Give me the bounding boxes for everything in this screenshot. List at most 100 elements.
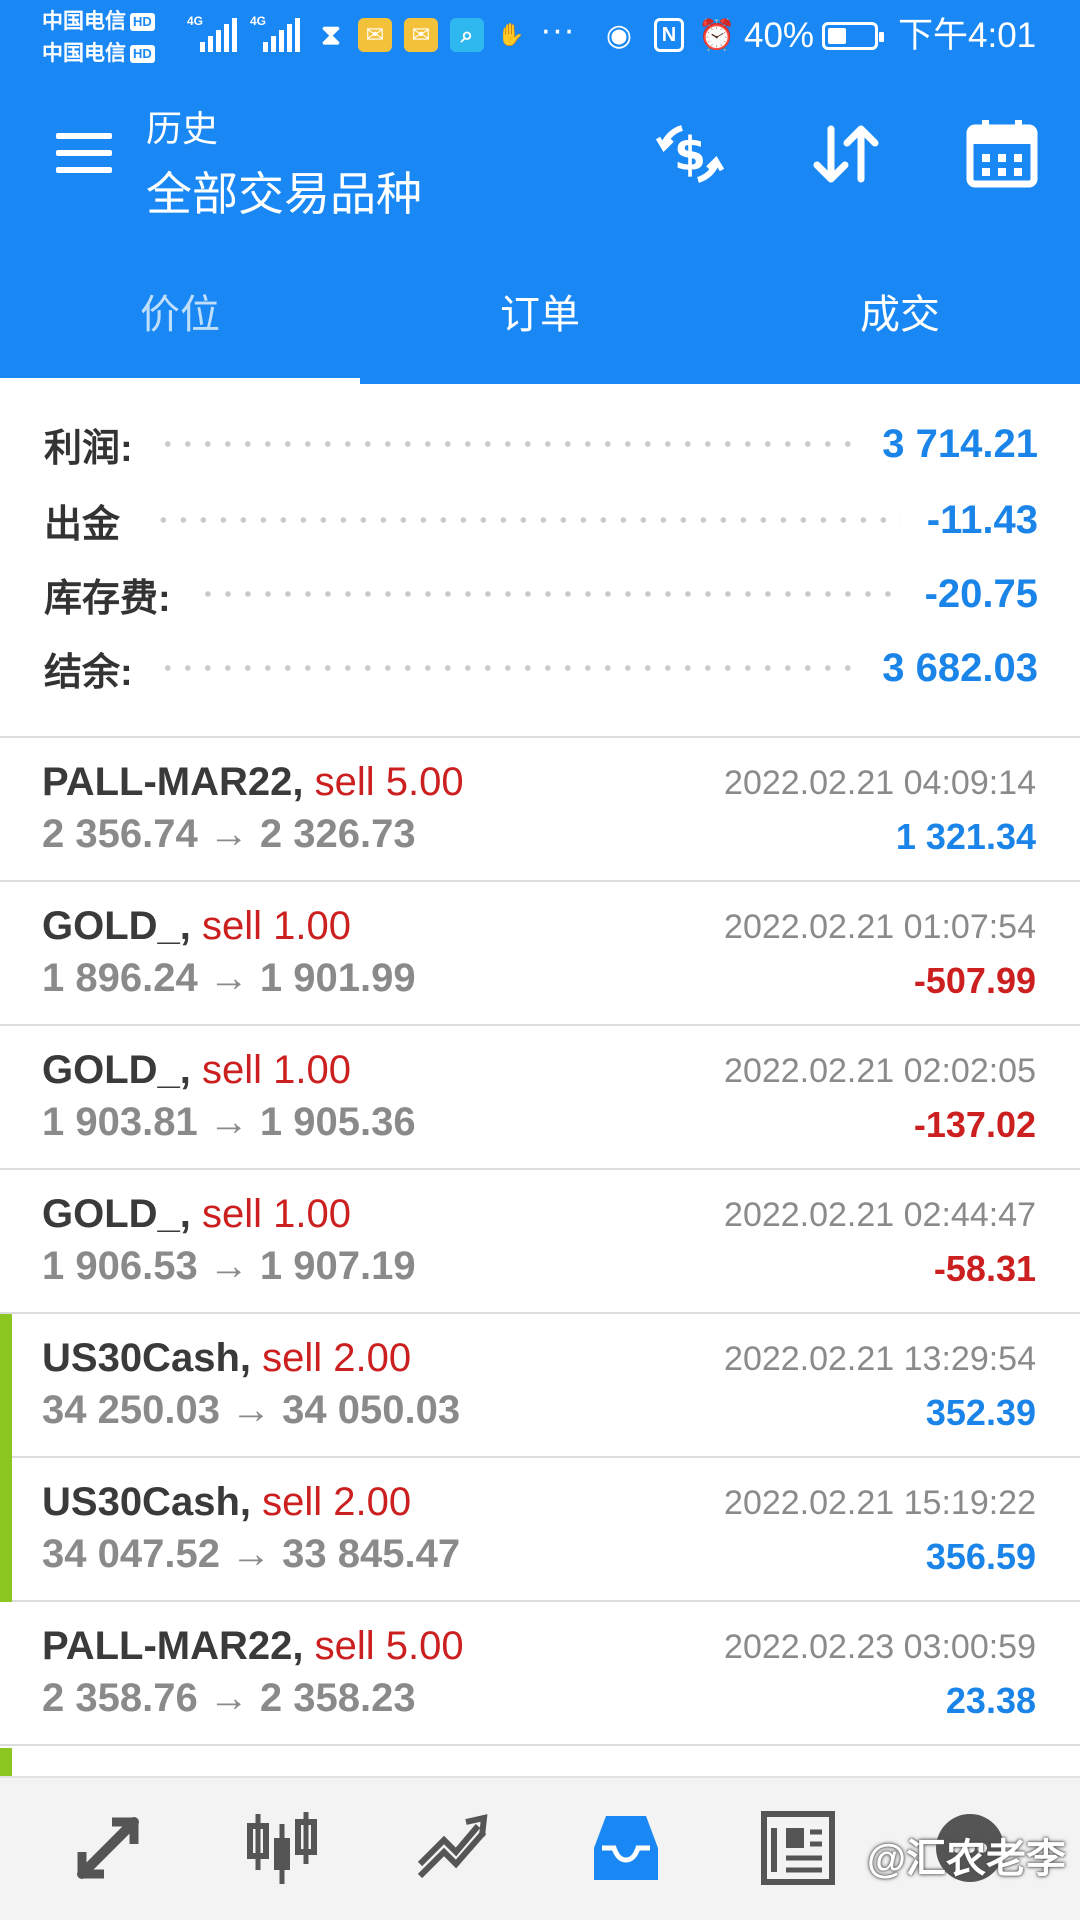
deal-profit: 1 321.34 [895, 816, 1036, 857]
sort-icon[interactable] [806, 114, 886, 194]
deal-prices: 34 047.52 → 33 845.47 [42, 1532, 461, 1576]
deal-symbol: US30Cash, [42, 1336, 251, 1380]
dotted-leader [158, 441, 857, 447]
carrier-2: 中国电信 [42, 42, 126, 65]
clock: 下午4:01 [898, 16, 1037, 55]
deal-marker [0, 1458, 12, 1602]
nfc-icon: N [654, 18, 684, 52]
carrier-info: 中国电信 HD 中国电信 HD [42, 6, 155, 70]
deal-prices: 1 903.81 → 1 905.36 [42, 1100, 416, 1144]
battery-percent: 40% [744, 16, 815, 55]
svg-text:$: $ [674, 127, 706, 181]
deal-side: sell 5.00 [314, 760, 464, 804]
withdrawal-label: 出金 [44, 503, 121, 546]
symbol-selector[interactable]: 全部交易品种 [146, 158, 422, 224]
signal-icon [200, 18, 240, 52]
deal-time: 2022.02.21 04:09:14 [724, 764, 1036, 802]
deal-side: sell 1.00 [202, 904, 352, 948]
deal-prices: 2 356.74 → 2 326.73 [42, 812, 416, 856]
mail-icon: ✉ [404, 18, 438, 52]
deal-time: 2022.02.21 13:29:54 [724, 1340, 1036, 1378]
calendar-icon[interactable] [962, 114, 1042, 194]
history-icon[interactable] [576, 1798, 676, 1898]
deal-time: 2022.02.21 02:02:05 [724, 1052, 1036, 1090]
quotes-icon[interactable] [58, 1798, 158, 1898]
bottom-navigation: @汇农老李 [0, 1776, 1080, 1920]
app-header: 中国电信 HD 中国电信 HD 4G 4G ⧗ ✉ ✉ ⌕ ✋ ··· ◉ N ⏰ … [0, 0, 1080, 384]
deal-symbol: PALL-MAR22, [42, 1624, 304, 1668]
search-app-icon: ⌕ [450, 18, 484, 52]
deal-time: 2022.02.23 03:00:59 [724, 1628, 1036, 1666]
balance-label: 结余: [44, 651, 133, 694]
deal-title: GOLD_, sell 1.00 [42, 904, 351, 949]
tab-label: 订单 [500, 293, 580, 337]
deal-time: 2022.02.21 15:19:22 [724, 1484, 1036, 1522]
deal-symbol: GOLD_, [42, 904, 191, 948]
news-icon[interactable] [748, 1798, 848, 1898]
deal-title: PALL-MAR22, sell 5.00 [42, 760, 464, 805]
profit-value: 3 714.21 [882, 421, 1038, 466]
mail-icon: ✉ [358, 18, 392, 52]
currency-exchange-icon[interactable]: $ [650, 114, 730, 194]
deal-title: PALL-MAR22, sell 5.00 [42, 1624, 464, 1669]
chart-icon[interactable] [232, 1798, 332, 1898]
hourglass-icon: ⧗ [321, 18, 341, 50]
summary-row-balance: 结余: 3 682.03 [44, 638, 1038, 698]
battery-icon [822, 22, 884, 50]
deal-marker [0, 1314, 12, 1458]
signal-icon [263, 18, 303, 52]
deal-prices: 1 896.24 → 1 901.99 [42, 956, 416, 1000]
deal-profit: -58.31 [933, 1248, 1036, 1289]
deal-row[interactable]: US30Cash, sell 2.00 34 250.03 → 34 050.0… [0, 1314, 1080, 1458]
deal-row[interactable]: GOLD_, sell 1.00 1 896.24 → 1 901.99 202… [0, 882, 1080, 1026]
more-notifications: ··· [540, 10, 575, 49]
deal-profit: 352.39 [925, 1392, 1036, 1433]
trade-icon[interactable] [404, 1798, 504, 1898]
deal-side: sell 2.00 [262, 1480, 412, 1524]
watermark: @汇农老李 [866, 1837, 1066, 1881]
deal-title: US30Cash, sell 2.00 [42, 1480, 411, 1525]
tab-orders[interactable]: 订单 [360, 238, 720, 384]
deal-title: US30Cash, sell 2.00 [42, 1336, 411, 1381]
deal-row[interactable]: US30Cash, sell 2.00 34 047.52 → 33 845.4… [0, 1458, 1080, 1602]
deal-row[interactable]: GOLD_, sell 1.00 1 903.81 → 1 905.36 202… [0, 1026, 1080, 1170]
summary-row-withdrawal: 出金 -11.43 [44, 490, 1038, 550]
deal-profit: -507.99 [913, 960, 1036, 1001]
deal-symbol: PALL-MAR22, [42, 760, 304, 804]
deal-symbol: US30Cash, [42, 1480, 251, 1524]
history-tabs: 价位 订单 成交 [0, 238, 1080, 384]
deal-symbol: GOLD_, [42, 1048, 191, 1092]
tab-deals[interactable]: 成交 [720, 238, 1080, 384]
deal-row[interactable]: PALL-MAR22, sell 5.00 2 358.76 → 2 358.2… [0, 1602, 1080, 1746]
swap-label: 库存费: [44, 577, 171, 620]
withdrawal-value: -11.43 [926, 497, 1038, 542]
summary-row-swap: 库存费: -20.75 [44, 564, 1038, 624]
hd-badge: HD [130, 13, 155, 31]
deal-title: GOLD_, sell 1.00 [42, 1192, 351, 1237]
deal-prices: 1 906.53 → 1 907.19 [42, 1244, 416, 1288]
toolbar: 历史 全部交易品种 $ [0, 78, 1080, 236]
deal-side: sell 5.00 [314, 1624, 464, 1668]
dotted-leader [196, 591, 899, 597]
alarm-icon: ⏰ [698, 18, 736, 52]
swap-value: -20.75 [924, 571, 1038, 616]
deal-time: 2022.02.21 02:44:47 [724, 1196, 1036, 1234]
page-subtitle: 历史 [146, 108, 219, 149]
profit-label: 利润: [44, 427, 133, 470]
menu-icon[interactable] [56, 133, 112, 173]
deal-symbol: GOLD_, [42, 1192, 191, 1236]
deal-side: sell 1.00 [202, 1048, 352, 1092]
balance-value: 3 682.03 [882, 645, 1038, 690]
summary-row-profit: 利润: 3 714.21 [44, 414, 1038, 474]
deal-profit: -137.02 [913, 1104, 1036, 1145]
tab-positions[interactable]: 价位 [0, 238, 360, 384]
deal-profit: 356.59 [925, 1536, 1036, 1577]
deal-title: GOLD_, sell 1.00 [42, 1048, 351, 1093]
deal-row[interactable]: GOLD_, sell 1.00 1 906.53 → 1 907.19 202… [0, 1170, 1080, 1314]
deal-prices: 34 250.03 → 34 050.03 [42, 1388, 461, 1432]
deal-time: 2022.02.21 01:07:54 [724, 908, 1036, 946]
deal-row[interactable]: PALL-MAR22, sell 5.00 2 356.74 → 2 326.7… [0, 738, 1080, 882]
carrier-1: 中国电信 [42, 10, 126, 33]
tab-label: 价位 [140, 293, 220, 337]
dotted-leader [158, 665, 857, 671]
